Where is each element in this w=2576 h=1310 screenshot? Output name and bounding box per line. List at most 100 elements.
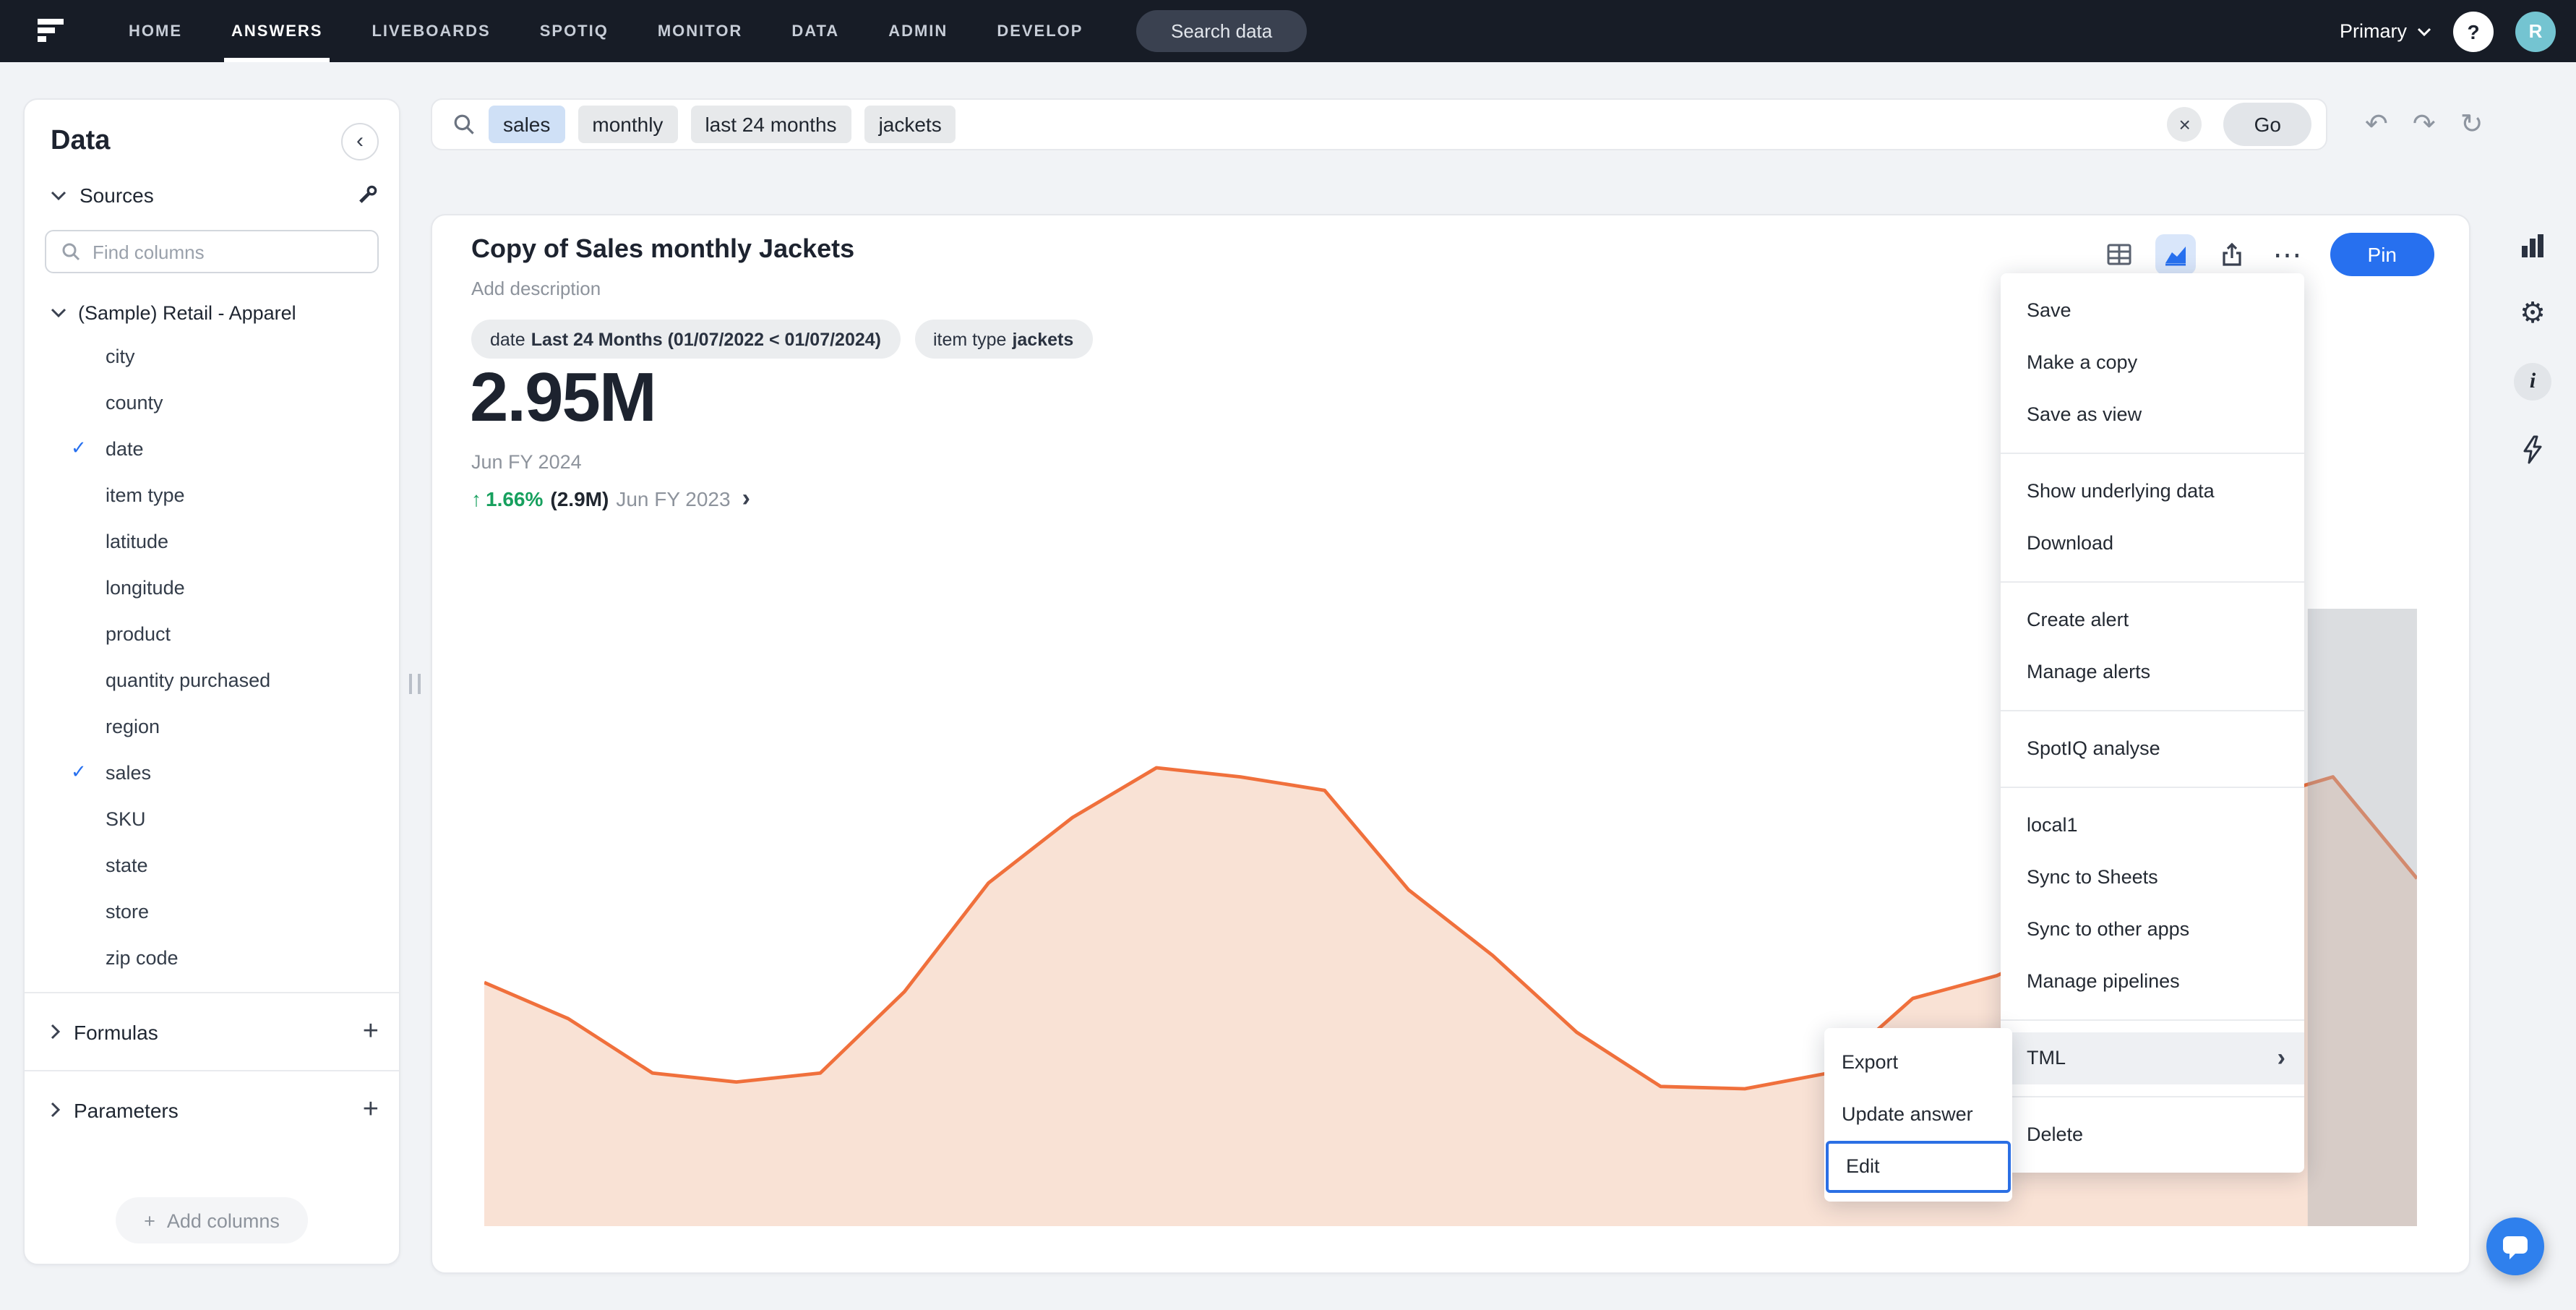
ellipsis-icon: ⋯ (2273, 236, 2304, 273)
chart-config-button[interactable] (2512, 226, 2553, 266)
nav-item-data[interactable]: DATA (767, 0, 864, 62)
source-group-label: (Sample) Retail - Apparel (78, 302, 296, 324)
org-switcher[interactable]: Primary (2340, 20, 2431, 42)
chat-launcher-button[interactable] (2486, 1217, 2544, 1275)
menu-item-download[interactable]: Download (2001, 518, 2304, 570)
formulas-label[interactable]: Formulas (74, 1020, 350, 1043)
menu-item-manage-pipelines[interactable]: Manage pipelines (2001, 956, 2304, 1008)
source-group-row[interactable]: (Sample) Retail - Apparel (25, 288, 399, 333)
wrench-icon[interactable] (356, 184, 379, 207)
thoughtspot-logo[interactable] (35, 15, 66, 47)
lightning-icon (2520, 435, 2546, 464)
nav-search-button[interactable]: Search data (1136, 10, 1307, 52)
add-columns-button[interactable]: + Add columns (115, 1197, 309, 1243)
query-token-sales[interactable]: sales (489, 106, 564, 143)
user-avatar[interactable]: R (2515, 11, 2556, 51)
undo-icon[interactable]: ↶ (2365, 108, 2388, 141)
data-panel: Data ‹ Sources (Sample) Retail - Apparel… (23, 98, 400, 1265)
details-button[interactable]: i (2512, 361, 2553, 402)
chevron-down-icon (51, 308, 66, 318)
nav-item-answers[interactable]: ANSWERS (207, 0, 347, 62)
chevron-right-icon (51, 1024, 61, 1040)
menu-item-save[interactable]: Save (2001, 285, 2304, 337)
find-columns-input[interactable] (93, 241, 338, 262)
panel-resize-handle[interactable] (409, 674, 421, 694)
column-item-product[interactable]: product (25, 610, 399, 656)
nav-item-monitor[interactable]: MONITOR (633, 0, 768, 62)
bar-chart-icon (2518, 231, 2547, 260)
column-item-sku[interactable]: SKU (25, 795, 399, 842)
menu-divider (2001, 453, 2304, 454)
nav-item-develop[interactable]: DEVELOP (972, 0, 1107, 62)
answer-title[interactable]: Copy of Sales monthly Jackets (471, 234, 854, 265)
settings-button[interactable]: ⚙ (2512, 294, 2553, 334)
share-button[interactable] (2212, 234, 2252, 275)
more-actions-button[interactable]: ⋯ (2268, 234, 2309, 275)
find-columns-box[interactable] (45, 230, 379, 273)
menu-item-create-alert[interactable]: Create alert (2001, 594, 2304, 646)
nav-item-liveboards[interactable]: LIVEBOARDS (347, 0, 515, 62)
refresh-icon[interactable]: ↻ (2460, 108, 2483, 141)
answer-description-placeholder[interactable]: Add description (471, 278, 601, 299)
menu-item-make-a-copy[interactable]: Make a copy (2001, 337, 2304, 389)
column-item-date[interactable]: ✓date (25, 425, 399, 471)
share-icon (2219, 241, 2245, 267)
spotiq-insights-button[interactable] (2512, 429, 2553, 470)
menu-item-spotiq-analyse[interactable]: SpotIQ analyse (2001, 723, 2304, 775)
column-item-latitude[interactable]: latitude (25, 518, 399, 564)
submenu-item-edit[interactable]: Edit (1826, 1141, 2011, 1193)
column-item-state[interactable]: state (25, 842, 399, 888)
menu-item-tml[interactable]: TML › (2001, 1032, 2304, 1084)
query-token-jackets[interactable]: jackets (864, 106, 956, 143)
menu-divider (2001, 581, 2304, 583)
search-icon (452, 113, 476, 136)
add-parameter-button[interactable]: + (363, 1096, 379, 1123)
redo-icon[interactable]: ↷ (2413, 108, 2436, 141)
nav-item-admin[interactable]: ADMIN (864, 0, 972, 62)
column-item-region[interactable]: region (25, 703, 399, 749)
column-label: quantity purchased (106, 669, 270, 690)
sources-row[interactable]: Sources (25, 172, 399, 218)
nav-item-home[interactable]: HOME (104, 0, 207, 62)
formulas-section: Formulas + (25, 1005, 399, 1058)
kpi-change-row[interactable]: ↑ 1.66% (2.9M) Jun FY 2023 › (471, 484, 750, 513)
column-item-zip-code[interactable]: zip code (25, 934, 399, 980)
filter-chip-date[interactable]: date Last 24 Months (01/07/2022 < 01/07/… (471, 320, 900, 359)
menu-item-sync-to-sheets[interactable]: Sync to Sheets (2001, 852, 2304, 904)
query-token-monthly[interactable]: monthly (578, 106, 677, 143)
table-view-button[interactable] (2099, 234, 2139, 275)
column-item-item-type[interactable]: item type (25, 471, 399, 518)
menu-item-local1[interactable]: local1 (2001, 800, 2304, 852)
column-item-city[interactable]: city (25, 333, 399, 379)
chart-view-button[interactable] (2155, 234, 2196, 275)
query-search-bar[interactable]: sales monthly last 24 months jackets × G… (431, 98, 2327, 150)
column-item-sales[interactable]: ✓sales (25, 749, 399, 795)
column-label: product (106, 622, 171, 644)
menu-item-save-as-view[interactable]: Save as view (2001, 389, 2304, 441)
column-item-longitude[interactable]: longitude (25, 564, 399, 610)
help-button[interactable]: ? (2453, 11, 2494, 51)
submenu-item-export[interactable]: Export (1824, 1037, 2012, 1089)
filter-value: Last 24 Months (01/07/2022 < 01/07/2024) (531, 329, 881, 349)
kpi-change-positive: ↑ 1.66% (471, 487, 543, 510)
nav-item-spotiq[interactable]: SPOTIQ (515, 0, 633, 62)
column-item-county[interactable]: county (25, 379, 399, 425)
query-token-last-24-months[interactable]: last 24 months (690, 106, 851, 143)
filter-value: jackets (1012, 329, 1073, 349)
filter-chip-item-type[interactable]: item type jackets (914, 320, 1092, 359)
clear-search-button[interactable]: × (2168, 107, 2202, 142)
menu-item-sync-to-other-apps[interactable]: Sync to other apps (2001, 904, 2304, 956)
kpi-change-pct: 1.66% (486, 487, 543, 510)
column-item-store[interactable]: store (25, 888, 399, 934)
submenu-item-update-answer[interactable]: Update answer (1824, 1089, 2012, 1141)
add-formula-button[interactable]: + (363, 1018, 379, 1045)
pin-button[interactable]: Pin (2330, 233, 2434, 276)
menu-item-show-underlying-data[interactable]: Show underlying data (2001, 466, 2304, 518)
column-item-quantity-purchased[interactable]: quantity purchased (25, 656, 399, 703)
menu-item-delete[interactable]: Delete (2001, 1109, 2304, 1161)
menu-item-manage-alerts[interactable]: Manage alerts (2001, 646, 2304, 698)
parameters-label[interactable]: Parameters (74, 1098, 350, 1121)
go-button[interactable]: Go (2224, 103, 2311, 146)
collapse-panel-button[interactable]: ‹ (341, 123, 379, 160)
menu-divider (2001, 710, 2304, 711)
